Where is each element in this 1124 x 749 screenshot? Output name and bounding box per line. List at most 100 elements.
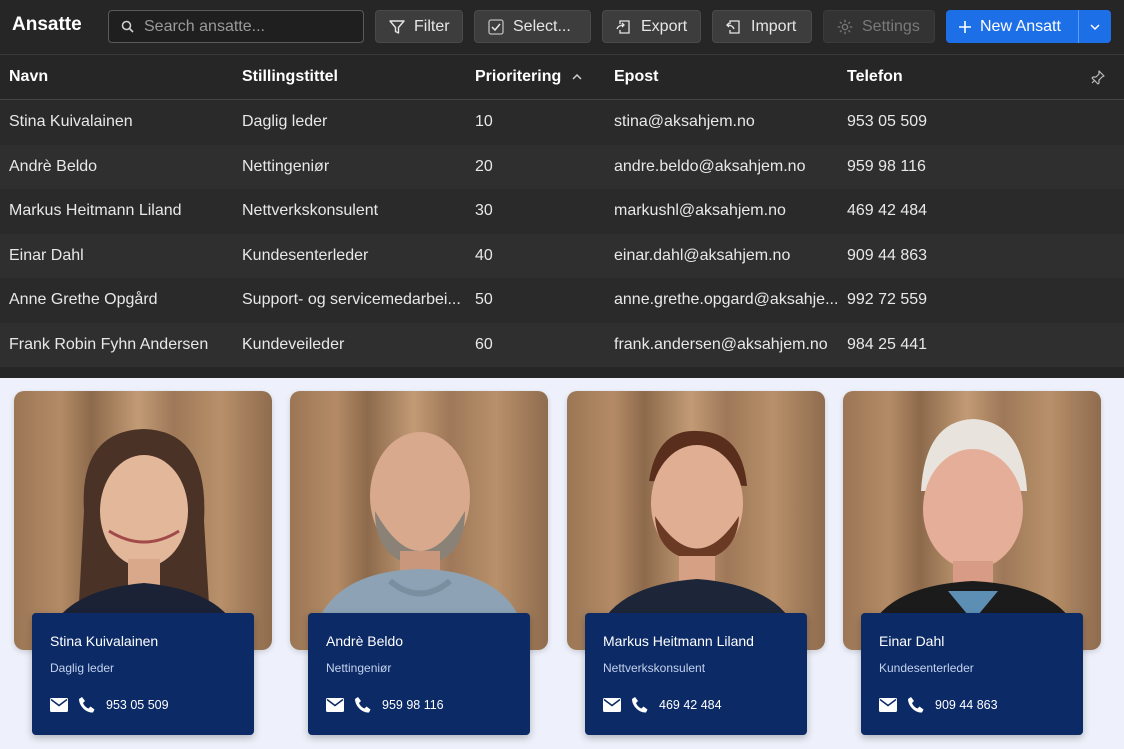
new-employee-button-group: New Ansatt	[946, 10, 1111, 43]
export-icon	[616, 19, 630, 34]
employee-photo	[14, 391, 272, 650]
employee-card[interactable]: Stina Kuivalainen Daglig leder 953 05 50…	[14, 391, 272, 735]
new-options-dropdown[interactable]	[1078, 10, 1111, 43]
phone-icon[interactable]	[631, 696, 649, 714]
table-row[interactable]: Markus Heitmann Liland Nettverkskonsulen…	[0, 189, 1124, 234]
filter-icon	[389, 19, 405, 34]
cell-email: einar.dahl@aksahjem.no	[614, 246, 791, 264]
search-icon	[121, 20, 134, 33]
employee-role: Daglig leder	[50, 661, 115, 675]
column-header-priority[interactable]: Prioritering	[475, 68, 583, 86]
filter-label: Filter	[414, 17, 450, 35]
cell-phone: 469 42 484	[847, 202, 928, 219]
cell-email: frank.andersen@aksahjem.no	[614, 335, 828, 353]
column-header-title[interactable]: Stillingstittel	[242, 68, 338, 86]
phone-icon[interactable]	[907, 696, 925, 714]
employee-card[interactable]: Markus Heitmann Liland Nettverkskonsulen…	[567, 391, 825, 735]
settings-label: Settings	[862, 17, 920, 35]
cell-email: anne.grethe.opgard@aksahje...	[614, 291, 839, 308]
cell-phone: 992 72 559	[847, 291, 928, 308]
cell-email: andre.beldo@aksahjem.no	[614, 157, 806, 175]
employee-role: Nettingeniør	[326, 661, 392, 675]
mail-icon[interactable]	[603, 698, 621, 712]
export-label: Export	[641, 17, 688, 35]
mail-icon[interactable]	[326, 698, 344, 712]
import-icon	[726, 19, 740, 34]
cell-title: Support- og servicemedarbei...	[242, 291, 461, 308]
employee-app: Ansatte Filter Select... Export Import S…	[0, 0, 1124, 378]
column-header-phone[interactable]: Telefon	[847, 68, 903, 86]
import-button[interactable]: Import	[712, 10, 812, 43]
cell-title: Nettingeniør	[242, 157, 330, 175]
phone-icon[interactable]	[354, 696, 372, 714]
employee-photo	[567, 391, 825, 650]
employee-contact: 953 05 509	[50, 696, 169, 714]
cell-name: Stina Kuivalainen	[9, 113, 133, 130]
cell-priority: 10	[475, 113, 493, 130]
employee-contact: 909 44 863	[879, 696, 998, 714]
employee-info-panel: Einar Dahl Kundesenterleder 909 44 863	[861, 613, 1083, 735]
gear-icon	[837, 19, 853, 34]
employee-phone: 469 42 484	[659, 698, 722, 712]
cell-priority: 40	[475, 246, 493, 264]
cell-phone: 953 05 509	[847, 113, 928, 130]
cell-name: Anne Grethe Opgård	[9, 291, 158, 308]
employee-photo	[843, 391, 1101, 650]
cell-name: Einar Dahl	[9, 246, 84, 264]
chevron-down-icon	[1090, 23, 1100, 30]
cell-priority: 50	[475, 291, 493, 308]
pin-icon[interactable]	[1090, 69, 1106, 85]
toolbar: Ansatte Filter Select... Export Import S…	[0, 0, 1124, 55]
table-row[interactable]: Anne Grethe Opgård Support- og serviceme…	[0, 278, 1124, 323]
cell-title: Kundesenterleder	[242, 246, 369, 264]
export-button[interactable]: Export	[602, 10, 701, 43]
employee-role: Nettverkskonsulent	[603, 661, 706, 675]
import-label: Import	[751, 17, 797, 35]
employee-info-panel: Stina Kuivalainen Daglig leder 953 05 50…	[32, 613, 254, 735]
search-input[interactable]	[144, 17, 354, 36]
filter-button[interactable]: Filter	[375, 10, 463, 43]
new-employee-label: New Ansatt	[980, 17, 1061, 35]
mail-icon[interactable]	[50, 698, 68, 712]
cell-email: stina@aksahjem.no	[614, 113, 755, 130]
table-row[interactable]: Einar Dahl Kundesenterleder 40 einar.dah…	[0, 233, 1124, 278]
new-employee-button[interactable]: New Ansatt	[946, 10, 1078, 43]
table-row[interactable]: Andrè Beldo Nettingeniør 20 andre.beldo@…	[0, 144, 1124, 189]
cell-name: Markus Heitmann Liland	[9, 202, 182, 219]
cell-title: Kundeveileder	[242, 335, 345, 353]
table-row[interactable]: Frank Robin Fyhn Andersen Kundeveileder …	[0, 322, 1124, 367]
employee-photo	[290, 391, 548, 650]
cell-priority: 30	[475, 202, 493, 219]
employee-info-panel: Markus Heitmann Liland Nettverkskonsulen…	[585, 613, 807, 735]
cell-priority: 20	[475, 157, 493, 175]
table-row[interactable]: Stina Kuivalainen Daglig leder 10 stina@…	[0, 100, 1124, 145]
search-box[interactable]	[108, 10, 364, 43]
employee-role: Kundesenterleder	[879, 661, 974, 675]
employee-phone: 959 98 116	[382, 698, 444, 712]
cell-phone: 909 44 863	[847, 246, 928, 264]
column-header-email[interactable]: Epost	[614, 68, 658, 86]
mail-icon[interactable]	[879, 698, 897, 712]
column-header-name[interactable]: Navn	[9, 68, 48, 86]
select-button[interactable]: Select...	[474, 10, 591, 43]
cell-priority: 60	[475, 335, 493, 353]
employee-contact: 469 42 484	[603, 696, 722, 714]
employee-contact: 959 98 116	[326, 696, 444, 714]
employee-phone: 953 05 509	[106, 698, 169, 712]
select-label: Select...	[513, 17, 571, 35]
employee-name: Andrè Beldo	[326, 633, 404, 649]
employee-info-panel: Andrè Beldo Nettingeniør 959 98 116	[308, 613, 530, 735]
employee-card[interactable]: Andrè Beldo Nettingeniør 959 98 116	[290, 391, 548, 735]
employee-phone: 909 44 863	[935, 698, 998, 712]
cell-name: Frank Robin Fyhn Andersen	[9, 335, 209, 353]
phone-icon[interactable]	[78, 696, 96, 714]
checkbox-icon	[488, 18, 504, 35]
cell-title: Daglig leder	[242, 113, 328, 130]
employee-name: Stina Kuivalainen	[50, 633, 159, 649]
employee-name: Einar Dahl	[879, 633, 945, 649]
cell-email: markushl@aksahjem.no	[614, 202, 786, 219]
table-body: Stina Kuivalainen Daglig leder 10 stina@…	[0, 100, 1124, 367]
settings-button[interactable]: Settings	[823, 10, 935, 43]
cell-phone: 959 98 116	[847, 157, 926, 175]
employee-card[interactable]: Einar Dahl Kundesenterleder 909 44 863	[843, 391, 1101, 735]
